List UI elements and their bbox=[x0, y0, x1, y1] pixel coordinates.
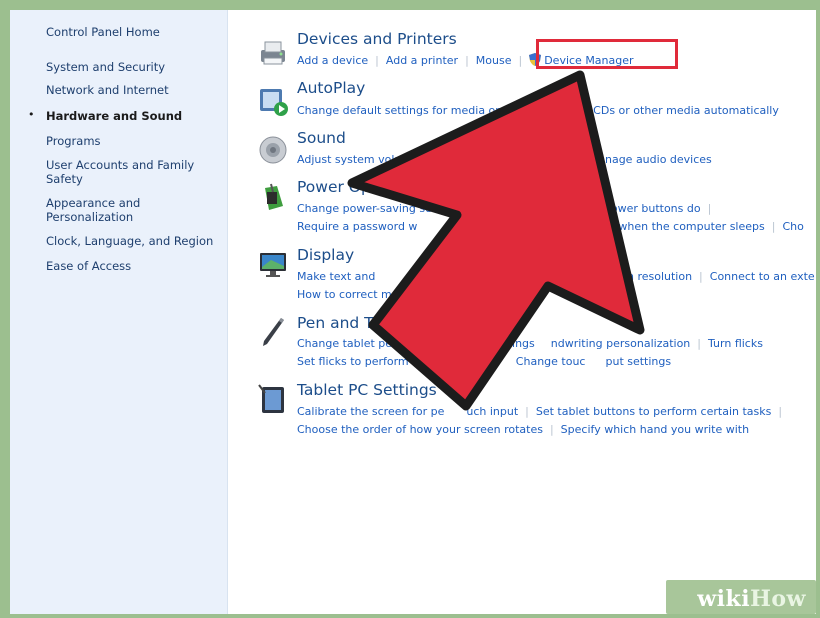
main-content: Devices and Printers Add a device | Add a … bbox=[227, 10, 816, 614]
sidebar-item-system-and-security[interactable]: System and Security bbox=[46, 60, 165, 74]
autoplay-title[interactable]: AutoPlay bbox=[297, 79, 365, 97]
set-flicks-link[interactable]: Set flicks to perform cert bbox=[297, 355, 434, 368]
monitor-icon bbox=[260, 253, 286, 277]
pen-and-touch-links-row2: Set flicks to perform cert Change touc put… bbox=[297, 354, 671, 369]
power-options-links-row1: Change power-saving se power buttons do | bbox=[297, 202, 712, 215]
display-links-row2: How to correct monitor flicke bbox=[297, 287, 456, 302]
current-bullet-icon: • bbox=[28, 108, 35, 121]
touch-input-link[interactable]: uch input bbox=[466, 405, 518, 418]
tablet-pc-settings-title[interactable]: Tablet PC Settings bbox=[297, 381, 437, 399]
sidebar-item-network-and-internet[interactable]: Network and Internet bbox=[46, 83, 169, 97]
handedness-link[interactable]: Specify which hand you write with bbox=[561, 423, 749, 436]
power-options-links-row2: Require a password w ange when the comput… bbox=[297, 220, 804, 233]
device-manager-highlight-box bbox=[536, 39, 678, 69]
pen-and-touch-links-row1: Change tablet pen setting e settings ndwri… bbox=[297, 337, 763, 350]
screen-rotation-order-link[interactable]: Choose the order of how your screen rota… bbox=[297, 423, 543, 436]
sidebar-item-appearance[interactable]: Appearance and Personalization bbox=[46, 196, 176, 224]
calibrate-screen-link[interactable]: Calibrate the screen for pe bbox=[297, 405, 444, 418]
add-a-printer-link[interactable]: Add a printer bbox=[386, 54, 458, 67]
display-title[interactable]: Display bbox=[297, 246, 354, 264]
change-touch-input-link[interactable]: Change touc bbox=[516, 355, 586, 368]
wikihow-watermark: wikiHow bbox=[697, 586, 806, 612]
pen-icon bbox=[263, 318, 284, 346]
pen-and-touch-title[interactable]: Pen and Touch bbox=[297, 314, 409, 332]
autoplay-links: Change default settings for media or dev… bbox=[297, 103, 779, 118]
sidebar-item-hardware-and-sound: Hardware and Sound bbox=[46, 109, 183, 123]
power-icon bbox=[265, 183, 283, 210]
connect-external-display-link[interactable]: Connect to an exte bbox=[710, 270, 815, 283]
sidebar-item-clock-language-region[interactable]: Clock, Language, and Region bbox=[46, 234, 213, 248]
change-sounds-link[interactable]: Change bbox=[437, 153, 479, 166]
handwriting-personalization-link[interactable]: ndwriting personalization bbox=[551, 337, 691, 350]
bottom-border bbox=[0, 614, 820, 618]
autoplay-icon bbox=[260, 89, 288, 116]
change-when-sleeps-link[interactable]: ange when the computer sleeps bbox=[587, 220, 764, 233]
tablet-pen-settings-link[interactable]: Change tablet pen setting bbox=[297, 337, 441, 350]
tablet-pc-links-row1: Calibrate the screen for pe uch input | Set… bbox=[297, 405, 783, 418]
mouse-link[interactable]: Mouse bbox=[476, 54, 512, 67]
power-buttons-link[interactable]: power buttons do bbox=[604, 202, 701, 215]
correct-monitor-flicker-link[interactable]: How to correct monitor flicke bbox=[297, 288, 456, 301]
sidebar: Control Panel Home System and Security N… bbox=[10, 10, 228, 614]
change-power-saving-link[interactable]: Change power-saving se bbox=[297, 202, 432, 215]
sound-links: Adjust system volume | Change Manage audio … bbox=[297, 153, 712, 166]
set-tablet-buttons-link[interactable]: Set tablet buttons to perform certain ta… bbox=[536, 405, 772, 418]
display-links-row1: Make text and screen resolution | Connect t… bbox=[297, 270, 815, 283]
choose-link[interactable]: Cho bbox=[782, 220, 803, 233]
tablet-pc-links-row2: Choose the order of how your screen rota… bbox=[297, 423, 750, 436]
speaker-icon bbox=[259, 136, 287, 164]
power-options-title[interactable]: Power Options bbox=[297, 178, 409, 196]
control-panel-window: Control Panel Home System and Security N… bbox=[10, 10, 816, 614]
make-text-larger-link[interactable]: Make text and bbox=[297, 270, 375, 283]
require-password-link[interactable]: Require a password w bbox=[297, 220, 417, 233]
add-a-device-link[interactable]: Add a device bbox=[297, 54, 368, 67]
turn-flicks-link[interactable]: Turn flicks bbox=[708, 337, 763, 350]
sidebar-item-programs[interactable]: Programs bbox=[46, 134, 101, 148]
tablet-icon bbox=[258, 384, 284, 413]
screen-resolution-link[interactable]: screen resolution bbox=[597, 270, 692, 283]
autoplay-cds-link[interactable]: CDs or other media automatically bbox=[593, 104, 779, 117]
sidebar-item-user-accounts[interactable]: User Accounts and Family Safety bbox=[46, 158, 206, 186]
autoplay-default-settings-link[interactable]: Change default settings for media or dev… bbox=[297, 104, 545, 117]
pen-settings-link[interactable]: e settings bbox=[481, 337, 535, 350]
printer-icon bbox=[261, 41, 285, 65]
sidebar-item-ease-of-access[interactable]: Ease of Access bbox=[46, 259, 131, 273]
input-settings-link[interactable]: put settings bbox=[605, 355, 671, 368]
adjust-system-volume-link[interactable]: Adjust system volume bbox=[297, 153, 419, 166]
manage-audio-devices-link[interactable]: Manage audio devices bbox=[589, 153, 712, 166]
sidebar-item-control-panel-home[interactable]: Control Panel Home bbox=[46, 25, 160, 39]
sound-title[interactable]: Sound bbox=[297, 129, 346, 147]
devices-and-printers-title[interactable]: Devices and Printers bbox=[297, 30, 457, 48]
